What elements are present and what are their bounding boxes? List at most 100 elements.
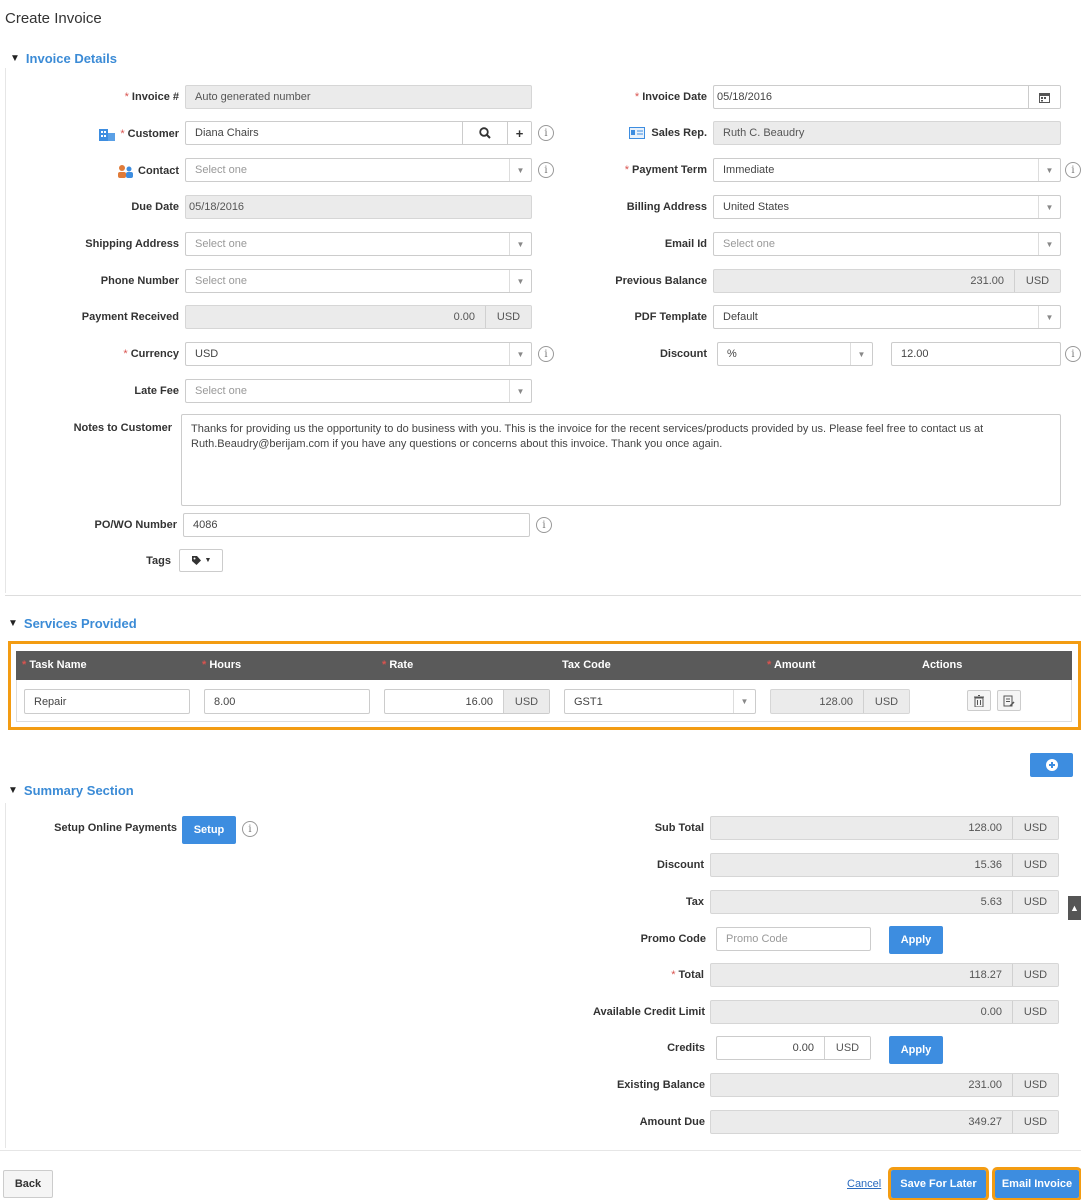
customer-field[interactable]: Diana Chairs + [185, 121, 532, 145]
tax-code-select[interactable]: GST1 ▼ [564, 689, 756, 714]
back-button[interactable]: Back [3, 1170, 53, 1198]
info-icon[interactable]: i [538, 162, 554, 178]
currency-unit: USD [1012, 891, 1058, 913]
total-field[interactable]: 118.27 USD [710, 963, 1059, 987]
chevron-down-icon: ▼ [10, 53, 20, 64]
caret-down-icon: ▼ [733, 690, 755, 713]
search-icon[interactable] [462, 122, 507, 144]
col-tax-code: Tax Code [562, 659, 611, 671]
email-invoice-button[interactable]: Email Invoice [992, 1167, 1081, 1200]
invoice-number-field[interactable]: Auto generated number [185, 85, 532, 109]
phone-number-select[interactable]: Select one ▼ [185, 269, 532, 293]
cancel-link[interactable]: Cancel [847, 1178, 881, 1190]
billing-address-select[interactable]: United States ▼ [713, 195, 1061, 219]
payment-term-select[interactable]: Immediate ▼ [713, 158, 1061, 182]
email-id-select[interactable]: Select one ▼ [713, 232, 1061, 256]
building-icon [99, 129, 116, 141]
credits-label: Credits [667, 1042, 705, 1054]
invoice-details-toggle[interactable]: ▼ Invoice Details [10, 51, 117, 66]
info-icon[interactable]: i [1065, 346, 1081, 362]
sub-total-field[interactable]: 128.00 USD [710, 816, 1059, 840]
plus-icon[interactable]: + [507, 122, 531, 144]
late-fee-label: Late Fee [134, 385, 179, 397]
edit-note-icon[interactable] [997, 690, 1021, 711]
summary-section-toggle[interactable]: ▼ Summary Section [8, 783, 134, 798]
sales-rep-field[interactable]: Ruth C. Beaudry [713, 121, 1061, 145]
info-icon[interactable]: i [538, 346, 554, 362]
save-for-later-button[interactable]: Save For Later [888, 1167, 989, 1200]
pdf-template-select[interactable]: Default ▼ [713, 305, 1061, 329]
caret-down-icon: ▼ [509, 380, 531, 402]
task-name-field[interactable]: Repair [24, 689, 190, 714]
amount-due-field[interactable]: 349.27 USD [710, 1110, 1059, 1134]
info-icon[interactable]: i [242, 821, 258, 837]
credits-apply-button[interactable]: Apply [889, 1036, 943, 1064]
late-fee-select[interactable]: Select one ▼ [185, 379, 532, 403]
promo-apply-button[interactable]: Apply [889, 926, 943, 954]
services-provided-toggle[interactable]: ▼ Services Provided [8, 616, 137, 631]
total-label: * Total [671, 969, 704, 981]
id-card-icon [629, 127, 646, 139]
caret-down-icon: ▼ [509, 270, 531, 292]
chevron-down-icon: ▼ [8, 785, 18, 796]
rate-field[interactable]: 16.00 USD [384, 689, 550, 714]
info-icon[interactable]: i [1065, 162, 1081, 178]
discount-label: Discount [659, 348, 707, 360]
due-date-field[interactable]: 05/18/2016 [185, 195, 532, 219]
tax-field[interactable]: 5.63 USD [710, 890, 1059, 914]
sub-total-label: Sub Total [654, 822, 704, 834]
payment-received-field[interactable]: 0.00 USD [185, 305, 532, 329]
caret-down-icon: ▼ [509, 159, 531, 181]
po-wo-field[interactable]: 4086 [183, 513, 530, 537]
caret-down-icon: ▼ [204, 557, 212, 564]
notes-label: Notes to Customer [73, 422, 172, 434]
currency-unit: USD [1012, 817, 1058, 839]
credits-input[interactable]: 0.00 USD [716, 1036, 871, 1060]
shipping-address-select[interactable]: Select one ▼ [185, 232, 532, 256]
amount-field[interactable]: 128.00 USD [770, 689, 910, 714]
col-amount: * Amount [767, 659, 816, 671]
chevron-down-icon: ▼ [8, 618, 18, 629]
currency-label: * Currency [123, 348, 179, 360]
tag-icon [191, 556, 201, 565]
invoice-date-field[interactable]: 05/18/2016 [713, 85, 1061, 109]
info-icon[interactable]: i [536, 517, 552, 533]
currency-unit: USD [1012, 964, 1058, 986]
caret-down-icon: ▼ [1038, 159, 1060, 181]
previous-balance-field[interactable]: 231.00 USD [713, 269, 1061, 293]
invoice-number-label: * Invoice # [124, 91, 179, 103]
add-row-button[interactable] [1030, 753, 1073, 777]
caret-down-icon: ▼ [509, 343, 531, 365]
page-title: Create Invoice [5, 10, 102, 27]
col-rate: * Rate [382, 659, 414, 671]
amount-due-label: Amount Due [639, 1116, 705, 1128]
currency-unit: USD [824, 1037, 870, 1059]
info-icon[interactable]: i [538, 125, 554, 141]
summary-discount-label: Discount [656, 859, 704, 871]
calendar-icon[interactable] [1028, 86, 1060, 108]
customer-label: * Customer [60, 127, 179, 141]
currency-select[interactable]: USD ▼ [185, 342, 532, 366]
contact-select[interactable]: Select one ▼ [185, 158, 532, 182]
setup-button[interactable]: Setup [182, 816, 236, 844]
promo-code-input[interactable]: Promo Code [716, 927, 871, 951]
discount-value-field[interactable]: 12.00 [891, 342, 1061, 366]
existing-balance-field[interactable]: 231.00 USD [710, 1073, 1059, 1097]
currency-unit: USD [1012, 854, 1058, 876]
pdf-template-label: PDF Template [634, 311, 707, 323]
available-credit-field[interactable]: 0.00 USD [710, 1000, 1059, 1024]
summary-discount-field[interactable]: 15.36 USD [710, 853, 1059, 877]
notes-textarea[interactable]: Thanks for providing us the opportunity … [181, 414, 1061, 506]
delete-icon[interactable] [967, 690, 991, 711]
invoice-date-label: * Invoice Date [634, 91, 707, 103]
discount-type-select[interactable]: % ▼ [717, 342, 873, 366]
email-id-label: Email Id [664, 238, 707, 250]
col-task-name: * Task Name [22, 659, 87, 671]
col-hours: * Hours [202, 659, 242, 671]
section-title: Services Provided [23, 616, 137, 631]
previous-balance-label: Previous Balance [615, 275, 707, 287]
scroll-to-top-button[interactable]: ▲ [1068, 896, 1081, 920]
col-actions: Actions [922, 659, 963, 671]
hours-field[interactable]: 8.00 [204, 689, 370, 714]
tags-dropdown[interactable]: ▼ [179, 549, 223, 572]
